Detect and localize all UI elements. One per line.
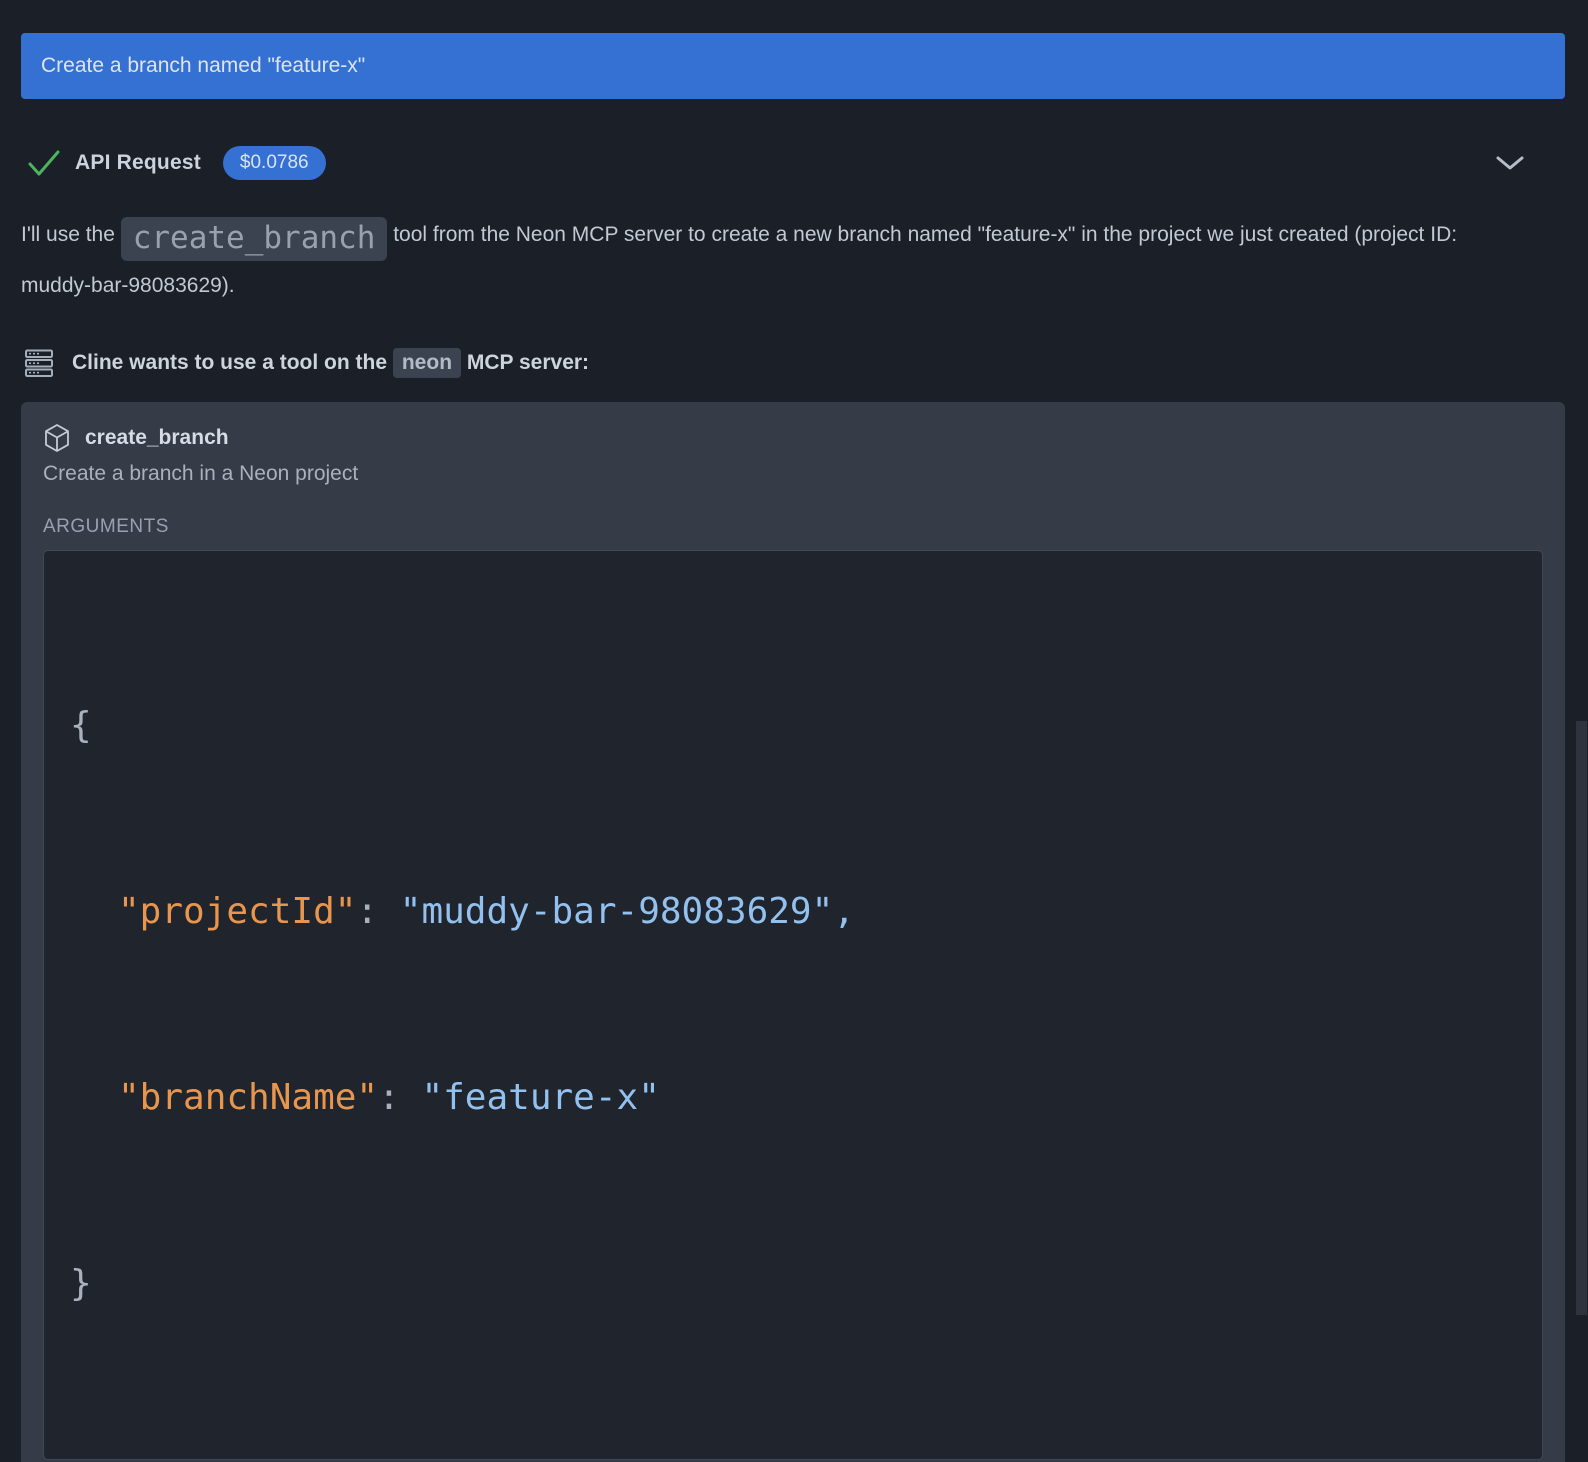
json-line: {	[70, 695, 1516, 757]
tool-title-row: create_branch	[43, 422, 1543, 454]
assistant-text-before: I'll use the	[21, 223, 121, 246]
json-key: "projectId"	[118, 891, 356, 932]
chat-transcript: Create a branch named "feature-x" API Re…	[0, 0, 1588, 1462]
server-name-chip: neon	[393, 348, 461, 378]
user-message-text: Create a branch named "feature-x"	[41, 54, 365, 78]
cost-badge: $0.0786	[223, 146, 326, 180]
arguments-json-block: { "projectId": "muddy-bar-98083629", "br…	[43, 550, 1543, 1460]
json-value: "feature-x"	[421, 1077, 659, 1118]
api-request-title: API Request	[75, 151, 201, 175]
tool-use-header: Cline wants to use a tool on the neon MC…	[21, 346, 1565, 380]
assistant-message: I'll use the create_branch tool from the…	[21, 211, 1521, 310]
user-message-banner[interactable]: Create a branch named "feature-x"	[21, 33, 1565, 99]
json-key: "branchName"	[118, 1077, 378, 1118]
arguments-label: ARGUMENTS	[43, 516, 1543, 540]
json-separator: :	[378, 1077, 421, 1118]
json-line: }	[70, 1253, 1516, 1315]
chevron-down-icon[interactable]	[1495, 155, 1525, 171]
tool-request-card: create_branch Create a branch in a Neon …	[21, 402, 1565, 1462]
tool-header-after: MCP server:	[461, 351, 589, 374]
json-value: "muddy-bar-98083629",	[400, 891, 855, 932]
tool-use-header-text: Cline wants to use a tool on the neon MC…	[72, 351, 589, 375]
tool-name: create_branch	[85, 426, 229, 450]
json-line: "projectId": "muddy-bar-98083629",	[70, 881, 1516, 943]
json-separator: :	[356, 891, 399, 932]
tool-header-before: Cline wants to use a tool on the	[72, 351, 393, 374]
inline-code-chip: create_branch	[121, 217, 388, 261]
success-check-icon	[27, 149, 61, 177]
mcp-server-icon	[24, 348, 54, 378]
tool-description: Create a branch in a Neon project	[43, 462, 1543, 490]
json-line: "branchName": "feature-x"	[70, 1067, 1516, 1129]
api-request-header-1[interactable]: API Request $0.0786	[21, 145, 1565, 181]
tool-cube-icon	[43, 423, 71, 453]
vertical-scrollbar-thumb[interactable]	[1576, 721, 1587, 1315]
